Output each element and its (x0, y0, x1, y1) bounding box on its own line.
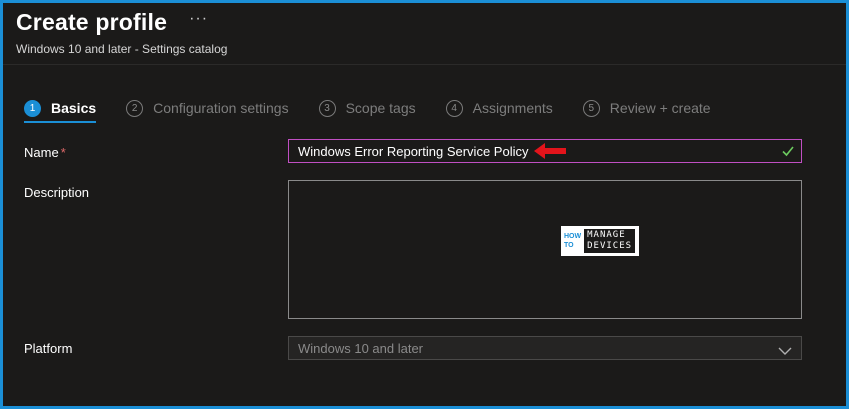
platform-select[interactable]: Windows 10 and later (288, 336, 802, 360)
name-label: Name * (24, 145, 66, 160)
step-label: Assignments (472, 100, 553, 116)
logo-line-1: HOW (564, 233, 582, 240)
name-field[interactable]: Windows Error Reporting Service Policy (288, 139, 802, 163)
step-basics[interactable]: 1 Basics (24, 97, 97, 123)
step-number: 5 (582, 99, 600, 117)
step-review-create[interactable]: 5 Review + create (582, 97, 711, 119)
platform-label: Platform (24, 341, 73, 356)
red-arrow-icon (532, 142, 568, 160)
step-number: 2 (126, 99, 144, 117)
logo-line-3: MANAGE (587, 230, 626, 240)
how-to-manage-devices-logo: HOW TO MANAGE DEVICES (561, 226, 639, 256)
header-divider (3, 64, 846, 65)
platform-select-value: Windows 10 and later (298, 340, 424, 356)
wizard-steps: 1 Basics 2 Configuration settings 3 Scop… (24, 97, 741, 123)
description-field[interactable]: HOW TO MANAGE DEVICES (288, 180, 802, 319)
step-number: 1 (24, 99, 41, 117)
step-label: Basics (51, 100, 97, 116)
name-field-value: Windows Error Reporting Service Policy (298, 143, 529, 159)
chevron-down-icon (778, 343, 792, 361)
create-profile-panel: Create profile ··· Windows 10 and later … (0, 0, 849, 409)
page-subtitle: Windows 10 and later - Settings catalog (16, 42, 228, 56)
logo-line-4: DEVICES (587, 241, 633, 251)
step-label: Review + create (609, 100, 711, 116)
step-configuration-settings[interactable]: 2 Configuration settings (126, 97, 289, 119)
description-label: Description (24, 185, 90, 200)
title-row: Create profile ··· (16, 9, 208, 36)
step-label: Configuration settings (153, 100, 289, 116)
more-options-button[interactable]: ··· (189, 10, 208, 28)
step-scope-tags[interactable]: 3 Scope tags (318, 97, 416, 119)
name-label-text: Name (24, 145, 59, 160)
logo-right: MANAGE DEVICES (584, 229, 636, 253)
step-label: Scope tags (345, 100, 416, 116)
logo-left: HOW TO (564, 232, 581, 250)
required-asterisk: * (60, 145, 66, 160)
step-number: 4 (445, 99, 463, 117)
page-title: Create profile (16, 9, 168, 35)
step-assignments[interactable]: 4 Assignments (445, 97, 553, 119)
checkmark-icon (781, 144, 795, 163)
logo-line-2: TO (564, 242, 574, 249)
step-number: 3 (318, 99, 336, 117)
